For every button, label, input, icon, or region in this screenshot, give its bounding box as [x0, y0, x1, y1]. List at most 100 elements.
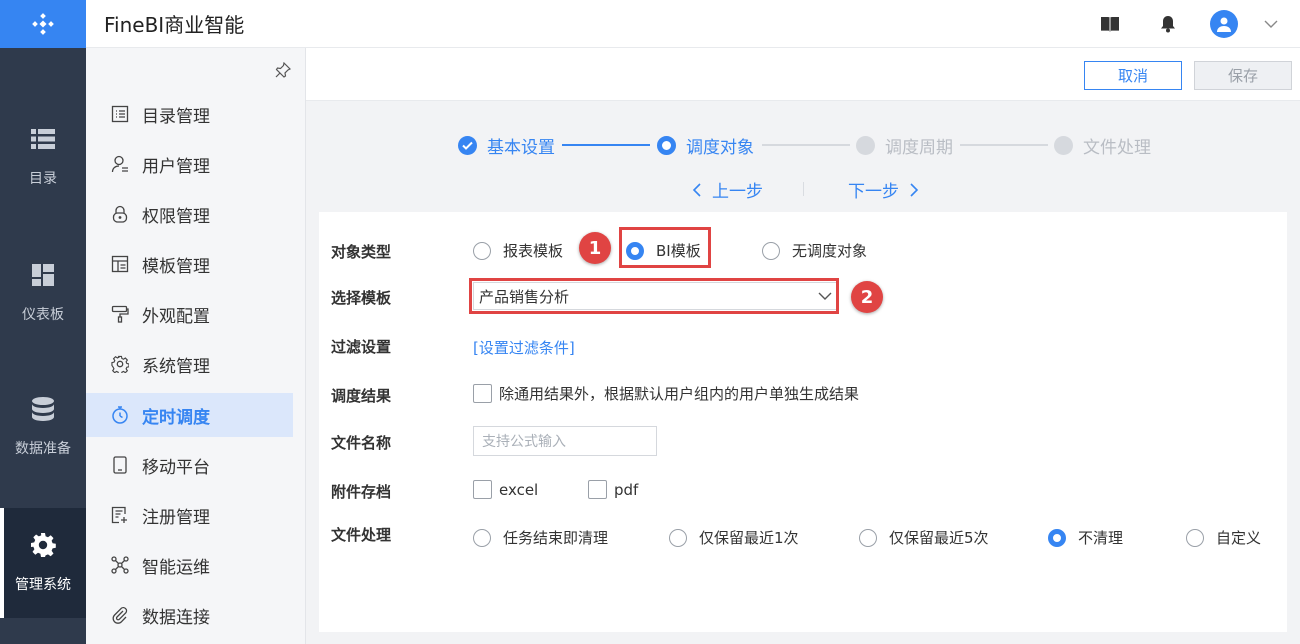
- step-basic-settings[interactable]: 基本设置: [458, 133, 555, 158]
- wizard-steps: 基本设置 调度对象 调度周期 文件处理: [456, 133, 1176, 158]
- radio-label: 无调度对象: [792, 242, 868, 260]
- gear-icon: [30, 532, 56, 558]
- sidebar-item-label: 权限管理: [142, 206, 210, 227]
- app-title: FineBI商业智能: [104, 13, 245, 37]
- radio-circle-selected: [1048, 528, 1066, 547]
- radio-circle: [762, 241, 780, 260]
- schedule-object-form: 对象类型 报表模板 BI模板 无调度对象 1 选择模板 产品销售分析 2 过滤设…: [319, 212, 1287, 632]
- checkbox-label: pdf: [614, 480, 639, 499]
- file-name-input[interactable]: 支持公式输入: [473, 426, 657, 456]
- mobile-icon: [110, 455, 130, 475]
- step-label: 基本设置: [487, 138, 555, 158]
- attachment-pdf-checkbox[interactable]: pdf: [588, 480, 638, 499]
- paperclip-icon: [110, 605, 130, 625]
- book-icon[interactable]: [1100, 14, 1120, 34]
- next-step-label: 下一步: [848, 182, 899, 202]
- radio-no-object[interactable]: 无调度对象: [762, 240, 867, 261]
- sidebar-item-users[interactable]: 用户管理: [86, 142, 293, 186]
- per-user-result-checkbox[interactable]: 除通用结果外，根据默认用户组内的用户单独生成结果: [473, 383, 859, 404]
- check-icon: [458, 136, 477, 155]
- filter-label: 过滤设置: [331, 338, 392, 356]
- save-button[interactable]: 保存: [1194, 61, 1292, 90]
- sidebar-item-label: 模板管理: [142, 256, 210, 277]
- sidebar-item-scheduling[interactable]: 定时调度: [86, 393, 293, 437]
- radio-label: 仅保留最近5次: [889, 529, 989, 547]
- rail-item-admin[interactable]: 管理系统: [0, 508, 86, 618]
- sidebar-item-registration[interactable]: 注册管理: [86, 493, 293, 537]
- user-icon: [110, 154, 130, 174]
- template-label: 选择模板: [331, 289, 392, 307]
- chevron-down-icon[interactable]: [1264, 20, 1278, 28]
- annotation-badge-1: 1: [579, 232, 611, 264]
- sidebar-item-label: 外观配置: [142, 306, 210, 327]
- admin-sidebar: 目录管理 用户管理 权限管理 模板管理 外观配置 系统管理 定时调度 移动平台 …: [86, 48, 306, 644]
- checkbox-box: [473, 480, 492, 499]
- radio-keep-last-5[interactable]: 仅保留最近5次: [859, 527, 989, 548]
- dashboard-icon: [30, 262, 56, 288]
- sidebar-item-templates[interactable]: 模板管理: [86, 242, 293, 286]
- app-rail: 目录 仪表板 数据准备 管理系统: [0, 0, 86, 644]
- highlight-box: [619, 227, 711, 268]
- app-logo[interactable]: [0, 0, 86, 48]
- logo-icon: [32, 13, 54, 35]
- radio-report-template[interactable]: 报表模板: [473, 240, 563, 261]
- pending-step-icon: [856, 136, 875, 155]
- sidebar-item-appearance[interactable]: 外观配置: [86, 292, 293, 336]
- checkbox-label: 除通用结果外，根据默认用户组内的用户单独生成结果: [499, 385, 860, 403]
- sidebar-item-ops[interactable]: 智能运维: [86, 543, 293, 587]
- radio-clean-on-finish[interactable]: 任务结束即清理: [473, 527, 608, 548]
- rail-item-data-prep[interactable]: 数据准备: [0, 372, 86, 482]
- paint-icon: [110, 304, 130, 324]
- database-icon: [30, 396, 56, 422]
- radio-circle: [473, 241, 491, 260]
- rail-item-label: 数据准备: [15, 441, 71, 457]
- pin-icon[interactable]: [275, 61, 292, 78]
- checkbox-label: excel: [499, 480, 539, 499]
- step-schedule-object[interactable]: 调度对象: [657, 133, 754, 158]
- radio-circle: [1186, 528, 1204, 547]
- pending-step-icon: [1054, 136, 1073, 155]
- step-connector: [960, 144, 1048, 146]
- radio-circle: [473, 528, 491, 547]
- radio-custom[interactable]: 自定义: [1186, 527, 1261, 548]
- step-label: 调度对象: [686, 138, 754, 158]
- checkbox-box: [588, 480, 607, 499]
- step-connector: [762, 144, 850, 146]
- lock-icon: [110, 204, 130, 224]
- step-label: 调度周期: [885, 138, 953, 158]
- sidebar-item-data-connection[interactable]: 数据连接: [86, 593, 293, 637]
- rail-item-catalog[interactable]: 目录: [0, 102, 86, 212]
- radio-no-cleanup[interactable]: 不清理: [1048, 527, 1123, 548]
- step-schedule-period[interactable]: 调度周期: [856, 133, 953, 158]
- rail-item-label: 管理系统: [15, 577, 71, 593]
- sidebar-item-label: 移动平台: [142, 457, 210, 478]
- catalog-icon: [110, 104, 130, 124]
- top-header: FineBI商业智能: [86, 0, 1300, 48]
- schedule-wizard: 基本设置 调度对象 调度周期 文件处理 上一步 下一步 对象类型 报表模板 BI…: [306, 101, 1300, 644]
- step-connector: [562, 144, 650, 146]
- next-step-button[interactable]: 下一步: [848, 177, 919, 202]
- prev-step-button[interactable]: 上一步: [692, 177, 763, 202]
- sidebar-item-label: 定时调度: [142, 407, 210, 428]
- object-type-label: 对象类型: [331, 243, 392, 261]
- radio-circle: [669, 528, 687, 547]
- template-icon: [110, 254, 130, 274]
- set-filter-link[interactable]: [设置过滤条件]: [473, 337, 575, 358]
- sidebar-item-system[interactable]: 系统管理: [86, 342, 293, 386]
- sidebar-item-catalog[interactable]: 目录管理: [86, 92, 293, 136]
- cancel-button[interactable]: 取消: [1084, 61, 1182, 90]
- avatar[interactable]: [1210, 10, 1238, 38]
- stopwatch-icon: [110, 405, 130, 425]
- sidebar-item-mobile[interactable]: 移动平台: [86, 443, 293, 487]
- attachment-label: 附件存档: [331, 483, 392, 501]
- sidebar-item-label: 系统管理: [142, 356, 210, 377]
- attachment-excel-checkbox[interactable]: excel: [473, 480, 538, 499]
- rail-item-dashboard[interactable]: 仪表板: [0, 238, 86, 348]
- step-file-processing[interactable]: 文件处理: [1054, 133, 1151, 158]
- settings-icon: [110, 354, 130, 374]
- chevron-left-icon: [692, 182, 701, 197]
- sidebar-item-permissions[interactable]: 权限管理: [86, 192, 293, 236]
- radio-keep-last-1[interactable]: 仅保留最近1次: [669, 527, 799, 548]
- bell-icon[interactable]: [1158, 14, 1178, 34]
- radio-label: 自定义: [1216, 529, 1262, 547]
